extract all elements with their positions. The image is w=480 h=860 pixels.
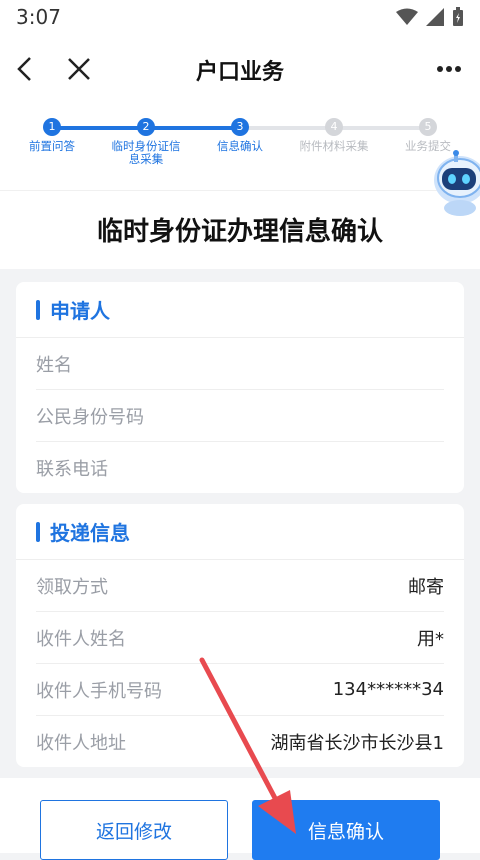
applicant-row-name: 姓名 xyxy=(36,338,444,390)
page-title: 临时身份证办理信息确认 xyxy=(96,217,383,247)
applicant-card-title: 申请人 xyxy=(50,299,110,323)
delivery-row-recipient-address: 收件人地址 湖南省长沙市长沙县1 xyxy=(36,716,444,767)
nav-bar: 户口业务 xyxy=(0,34,480,104)
status-time: 3:07 xyxy=(16,5,61,29)
robot-assistant-icon xyxy=(434,150,480,216)
row-label: 姓名 xyxy=(36,354,72,376)
delivery-card-header: 投递信息 xyxy=(16,504,464,560)
step-3-label: 信息确认 xyxy=(217,139,263,153)
step-1-label: 前置问答 xyxy=(29,139,75,153)
assistant-robot-button[interactable] xyxy=(430,150,480,218)
row-label: 收件人手机号码 xyxy=(36,680,162,702)
section-marker xyxy=(36,299,40,320)
step-2-label: 临时身份证信息采集 xyxy=(111,139,181,166)
delivery-row-recipient-phone: 收件人手机号码 134******34 xyxy=(36,664,444,716)
step-5-number: 5 xyxy=(419,118,437,136)
row-value: 邮寄 xyxy=(408,576,444,598)
step-5: 5 业务提交 xyxy=(383,118,473,153)
step-3: 3 信息确认 xyxy=(195,118,285,153)
footer-bar: 返回修改 信息确认 xyxy=(0,778,480,860)
applicant-card: 申请人 姓名 公民身份号码 联系电话 xyxy=(16,282,464,493)
row-label: 联系电话 xyxy=(36,458,108,480)
step-1: 1 前置问答 xyxy=(7,118,97,153)
step-4: 4 附件材料采集 xyxy=(289,118,379,153)
nav-title: 户口业务 xyxy=(195,60,284,85)
step-3-number: 3 xyxy=(231,118,249,136)
title-section: 临时身份证办理信息确认 xyxy=(0,190,480,269)
signal-icon xyxy=(426,8,444,26)
applicant-row-id: 公民身份号码 xyxy=(36,390,444,442)
delivery-card-title: 投递信息 xyxy=(50,521,130,545)
battery-icon xyxy=(453,7,463,26)
confirm-info-button[interactable]: 信息确认 xyxy=(252,800,440,860)
row-label: 收件人地址 xyxy=(36,732,126,754)
step-4-number: 4 xyxy=(325,118,343,136)
status-bar: 3:07 xyxy=(0,0,480,34)
applicant-row-phone: 联系电话 xyxy=(36,442,444,493)
delivery-row-method: 领取方式 邮寄 xyxy=(36,560,444,612)
wifi-icon xyxy=(396,8,418,25)
progress-stepper: 1 前置问答 2 临时身份证信息采集 3 信息确认 4 附件材料采集 5 业务提… xyxy=(0,104,480,190)
back-to-edit-button[interactable]: 返回修改 xyxy=(40,800,228,860)
delivery-card: 投递信息 领取方式 邮寄 收件人姓名 用* 收件人手机号码 134******3… xyxy=(16,504,464,767)
status-icons xyxy=(396,7,464,27)
more-button[interactable] xyxy=(432,52,466,86)
row-label: 公民身份号码 xyxy=(36,406,144,428)
row-value: 用* xyxy=(417,628,444,650)
row-label: 收件人姓名 xyxy=(36,628,126,650)
applicant-card-header: 申请人 xyxy=(16,282,464,338)
step-4-label: 附件材料采集 xyxy=(299,139,369,153)
delivery-row-recipient-name: 收件人姓名 用* xyxy=(36,612,444,664)
row-value: 134******34 xyxy=(332,679,444,700)
row-label: 领取方式 xyxy=(36,576,108,598)
step-2: 2 临时身份证信息采集 xyxy=(107,118,185,166)
step-1-number: 1 xyxy=(43,118,61,136)
section-marker xyxy=(36,521,40,542)
more-icon xyxy=(437,66,461,72)
step-2-number: 2 xyxy=(137,118,155,136)
row-value: 湖南省长沙市长沙县1 xyxy=(270,732,444,754)
